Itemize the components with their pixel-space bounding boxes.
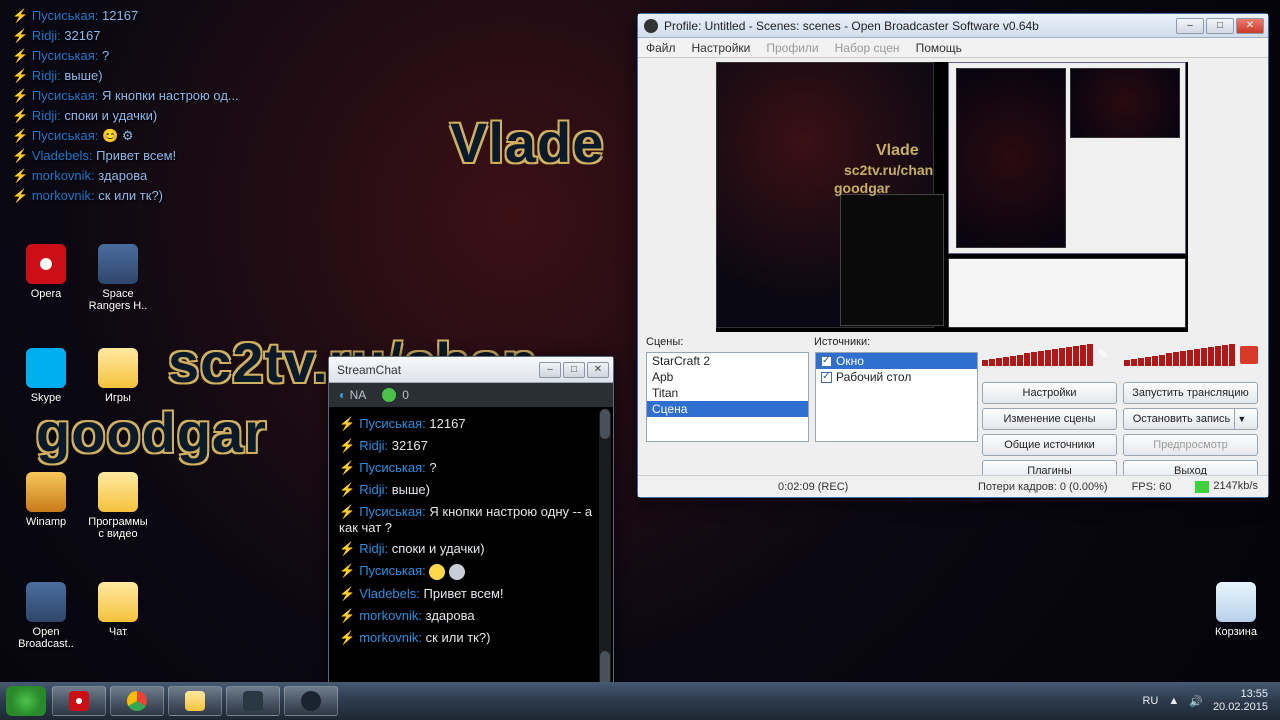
obs-maximize-button[interactable]: □ (1206, 18, 1234, 34)
edit-scene-button[interactable]: Изменение сцены (982, 408, 1117, 430)
chat-message: ⚡Ridji: 32167 (339, 435, 603, 457)
bandwidth-icon (1195, 481, 1209, 493)
desktop-icon-space-rangers[interactable]: Space Rangers H.. (86, 244, 150, 312)
taskbar-opera[interactable] (52, 686, 106, 716)
taskbar[interactable]: RU ▲ 🔊 13:5520.02.2015 (0, 682, 1280, 720)
streamchat-messages[interactable]: ⚡Пусиськая: 12167⚡Ridji: 32167⚡Пусиськая… (329, 407, 613, 705)
taskbar-explorer[interactable] (168, 686, 222, 716)
close-button[interactable]: ✕ (587, 362, 609, 378)
chat-message: ⚡morkovnik: здарова (339, 605, 603, 627)
streamchat-window[interactable]: StreamChat – □ ✕ ◐ NA 0 ⚡Пусиськая: 1216… (328, 356, 614, 706)
tray-flag-icon[interactable]: ▲ (1168, 695, 1179, 707)
menu-settings[interactable]: Настройки (692, 41, 751, 55)
obs-preview[interactable]: Vlade sc2tv.ru/chan goodgar (716, 62, 1188, 332)
mic-edit-icon[interactable]: ✎ (1098, 347, 1114, 363)
overlay-line-3: goodgar (36, 400, 267, 465)
menu-scene-collection[interactable]: Набор сцен (835, 41, 900, 55)
tray-lang[interactable]: RU (1142, 695, 1158, 707)
streamchat-title: StreamChat (337, 363, 537, 377)
start-stream-button[interactable]: Запустить трансляцию (1123, 382, 1258, 404)
chat-message: ⚡Пусиськая: 12167 (339, 413, 603, 435)
desktop-icon-games[interactable]: Игры (86, 348, 150, 404)
obs-title: Profile: Untitled - Scenes: scenes - Ope… (664, 19, 1174, 33)
chat-message: ⚡Vladebels: Привет всем! (339, 583, 603, 605)
obs-window[interactable]: Profile: Untitled - Scenes: scenes - Ope… (637, 13, 1269, 498)
scene-item[interactable]: Apb (647, 369, 808, 385)
scenes-listbox[interactable]: StarCraft 2ApbTitanСцена (646, 352, 809, 442)
global-sources-button[interactable]: Общие источники (982, 434, 1117, 456)
status-dot-icon (382, 388, 396, 402)
system-tray[interactable]: RU ▲ 🔊 13:5520.02.2015 (1142, 688, 1274, 714)
stop-record-button[interactable]: Остановить запись▼ (1123, 408, 1258, 430)
status-drop: Потери кадров: 0 (0.00%) (978, 481, 1108, 493)
streamchat-titlebar[interactable]: StreamChat – □ ✕ (329, 357, 613, 383)
menu-file[interactable]: Файл (646, 41, 676, 55)
scene-item[interactable]: Сцена (647, 401, 808, 417)
source-item[interactable]: Окно (816, 353, 977, 369)
speaker-icon[interactable] (1240, 346, 1258, 364)
status-fps: FPS: 60 (1132, 481, 1172, 493)
chat-message: ⚡Ridji: споки и удачки) (339, 538, 603, 560)
chat-message: ⚡Пусиськая: (339, 560, 603, 583)
overlay-line-1: Vlade (450, 110, 604, 175)
streamchat-scrollbar[interactable] (599, 409, 611, 701)
status-rec: 0:02:09 (REC) (778, 481, 848, 493)
sources-listbox[interactable]: ОкноРабочий стол (815, 352, 978, 442)
menu-help[interactable]: Помощь (916, 41, 962, 55)
preview-button[interactable]: Предпросмотр (1123, 434, 1258, 456)
desktop-icon-opera[interactable]: Opera (14, 244, 78, 300)
desktop-icon-obs[interactable]: Open Broadcast.. (14, 582, 78, 650)
chat-message: ⚡Пусиськая: ? (339, 457, 603, 479)
start-button[interactable] (6, 686, 46, 716)
desktop-icon-trash[interactable]: Корзина (1204, 582, 1268, 638)
obs-menubar[interactable]: Файл Настройки Профили Набор сцен Помощь (638, 38, 1268, 58)
obs-buttons: Настройки Запустить трансляцию Изменение… (982, 382, 1258, 486)
scene-item[interactable]: Titan (647, 385, 808, 401)
status-bandwidth: 2147kb/s (1213, 480, 1258, 492)
taskbar-chrome[interactable] (110, 686, 164, 716)
desktop-icon-programs[interactable]: Программы с видео (86, 472, 150, 540)
scene-item[interactable]: StarCraft 2 (647, 353, 808, 369)
audio-meters: ✎ (982, 344, 1258, 370)
label-sources: Источники: (814, 336, 870, 352)
chat-message: ⚡Ridji: выше) (339, 479, 603, 501)
desktop-icon-winamp[interactable]: Winamp (14, 472, 78, 528)
source-item[interactable]: Рабочий стол (816, 369, 977, 385)
obs-minimize-button[interactable]: – (1176, 18, 1204, 34)
obs-titlebar[interactable]: Profile: Untitled - Scenes: scenes - Ope… (638, 14, 1268, 38)
tray-volume-icon[interactable]: 🔊 (1189, 695, 1203, 708)
taskbar-obs[interactable] (284, 686, 338, 716)
desktop-icon-skype[interactable]: Skype (14, 348, 78, 404)
dropdown-icon[interactable]: ▼ (1234, 409, 1248, 429)
desktop-icon-chat[interactable]: Чат (86, 582, 150, 638)
taskbar-app1[interactable] (226, 686, 280, 716)
background-chat-overlay: ⚡ Пусиськая: 12167⚡ Ridji: 32167⚡ Пусись… (12, 6, 312, 206)
chat-message: ⚡morkovnik: ск или тк?) (339, 627, 603, 649)
label-scenes: Сцены: (646, 336, 814, 352)
streamchat-status: ◐ NA 0 (329, 383, 613, 407)
obs-logo-icon (644, 19, 658, 33)
menu-profiles[interactable]: Профили (766, 41, 818, 55)
settings-button[interactable]: Настройки (982, 382, 1117, 404)
maximize-button[interactable]: □ (563, 362, 585, 378)
obs-statusbar: 0:02:09 (REC) Потери кадров: 0 (0.00%) F… (638, 475, 1268, 497)
chat-message: ⚡Пусиськая: Я кнопки настрою одну -- а к… (339, 501, 603, 538)
minimize-button[interactable]: – (539, 362, 561, 378)
tray-clock[interactable]: 13:5520.02.2015 (1213, 688, 1268, 714)
obs-close-button[interactable]: ✕ (1236, 18, 1264, 34)
